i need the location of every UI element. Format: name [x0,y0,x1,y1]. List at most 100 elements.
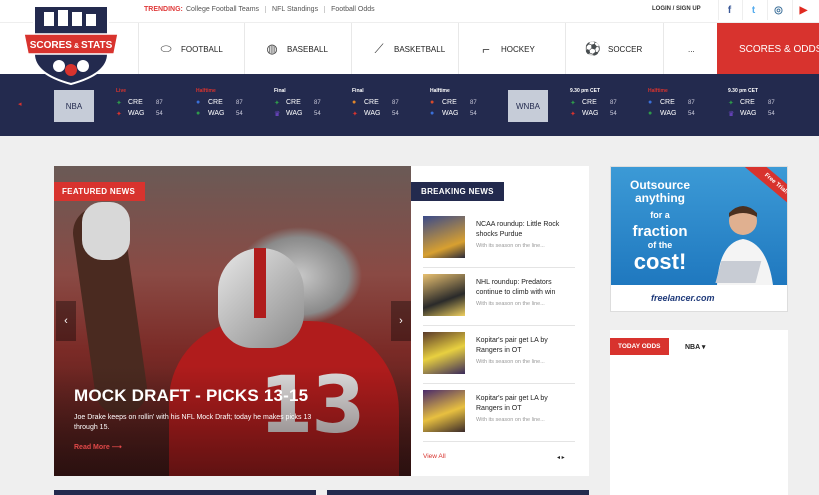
score-row: ✦ CRE 87 [116,97,184,108]
team-logo-icon: ✦ [570,99,576,107]
read-more-link[interactable]: Read More ⟶ [74,443,122,451]
logo-text: SCORES & STATS [30,40,113,51]
game-status: 9.30 pm CET [728,88,759,94]
section-header-bar [327,490,589,495]
score-row: ✦ WAG 54 [116,108,184,119]
twitter-icon[interactable]: t [742,0,764,20]
view-all-link[interactable]: View All [423,453,446,460]
odds-league-select[interactable]: NBA ▾ [685,343,705,351]
score-row: ♛ WAG 54 [728,108,796,119]
team-abbr: WAG [740,110,757,117]
ad-person-image [715,206,773,285]
score-row: ● WAG 54 [430,108,498,119]
featured-description: Joe Drake keeps on rollin' with his NFL … [74,414,312,431]
featured-tag: FEATURED NEWS [54,182,146,201]
team-score: 87 [688,99,695,106]
featured-news[interactable]: 13 FEATURED NEWS ‹ › MOCK DRAFT - PICKS … [54,166,411,476]
trending-link[interactable]: College Football Teams [186,6,267,13]
main-nav: ⬭ FOOTBALL ◍ BASEBALL ⟋ BASKETBALL ⌐ HOC… [0,22,819,75]
top-bar: TRENDING: College Football Teams NFL Sta… [0,0,819,22]
team-score: 87 [314,99,321,106]
nav-hockey[interactable]: ⌐ HOCKEY [458,23,565,75]
team-logo-icon: ● [196,99,201,106]
score-game[interactable]: Final ✦ CRE 87 ♛ WAG 54 [274,88,342,128]
news-title: NHL roundup: Predators continue to climb… [476,279,556,296]
list-item[interactable]: Kopitar's pair get LA by Rangers in OT W… [423,332,575,384]
youtube-icon[interactable]: ▶ [792,0,814,20]
team-logo-icon: ● [648,110,653,117]
team-abbr: CRE [442,99,457,106]
nav-soccer[interactable]: ⚽ SOCCER [565,23,663,75]
team-logo-icon: ✦ [116,99,122,107]
nav-more[interactable]: ... [663,23,717,75]
score-row: ✦ CRE 87 [274,97,342,108]
score-game[interactable]: 9.30 pm CET ✦ CRE 87 ✦ WAG 54 [570,88,638,128]
team-logo-icon: ● [352,99,357,106]
score-row: ● CRE 87 [196,97,264,108]
team-abbr: WAG [286,110,303,117]
login-signup-link[interactable]: LOGIN / SIGN UP [652,6,701,12]
team-score: 54 [236,110,243,117]
trending-links: College Football Teams NFL Standings Foo… [186,6,381,13]
league-badge-nba[interactable]: NBA [54,90,94,122]
site-logo[interactable]: SCORES & STATS [24,4,118,86]
instagram-icon[interactable]: ◎ [767,0,789,20]
slider-prev-button[interactable]: ‹ [56,301,76,341]
score-game[interactable]: 9.30 pm CET ✦ CRE 87 ♛ WAG 54 [728,88,796,128]
game-status: Final [274,88,286,94]
team-score: 54 [314,110,321,117]
freelancer-ad[interactable]: Outsource anything for a fraction of the… [610,166,788,312]
team-score: 54 [768,110,775,117]
nav-more-label: ... [688,44,695,54]
trending-label: TRENDING: [144,6,183,13]
game-status: Halftime [430,88,450,94]
featured-title[interactable]: MOCK DRAFT - PICKS 13-15 [74,386,308,406]
ad-text: for a [650,210,670,220]
section-header-bar [54,490,316,495]
soccer-ball-icon: ⚽ [584,41,602,56]
nav-label: BASEBALL [287,44,328,54]
odds-tag: TODAY ODDS [610,338,669,355]
news-thumbnail [423,216,465,258]
breaking-pager[interactable]: ◂ ▸ [557,454,565,461]
team-score: 87 [768,99,775,106]
news-thumbnail [423,390,465,432]
team-logo-icon: ✦ [728,99,734,107]
nav-football[interactable]: ⬭ FOOTBALL [138,23,244,75]
score-row: ● CRE 87 [352,97,420,108]
list-item[interactable]: Kopitar's pair get LA by Rangers in OT W… [423,390,575,442]
facebook-icon[interactable]: f [718,0,740,20]
breaking-tag: BREAKING NEWS [411,182,504,201]
team-abbr: CRE [286,99,301,106]
team-abbr: CRE [582,99,597,106]
team-score: 54 [156,110,163,117]
score-game[interactable]: Halftime ● CRE 87 ● WAG 54 [648,88,716,128]
team-logo-icon: ● [648,99,653,106]
score-row: ● CRE 87 [430,97,498,108]
score-game[interactable]: Live ✦ CRE 87 ✦ WAG 54 [116,88,184,128]
score-game[interactable]: Halftime ● CRE 87 ● WAG 54 [430,88,498,128]
helmet-stripe [254,248,266,318]
team-logo-icon: ✦ [116,110,122,118]
nav-basketball[interactable]: ⟋ BASKETBALL [351,23,458,75]
team-abbr: WAG [442,110,459,117]
nav-scores-odds[interactable]: SCORES & ODDS [717,23,819,75]
trending-link[interactable]: NFL Standings [266,6,326,13]
list-item[interactable]: NHL roundup: Predators continue to climb… [423,274,575,326]
list-item[interactable]: NCAA roundup: Little Rock shocks Purdue … [423,216,575,268]
nav-label: BASKETBALL [394,44,446,54]
trending-link[interactable]: Football Odds [325,6,381,13]
news-title: Kopitar's pair get LA by Rangers in OT [476,395,548,412]
ticker-prev-arrow[interactable]: ◂ [18,100,22,108]
score-game[interactable]: Final ● CRE 87 ✦ WAG 54 [352,88,420,128]
score-row: ✦ CRE 87 [570,97,638,108]
team-score: 54 [610,110,617,117]
football-icon: ⬭ [160,41,172,56]
team-logo-icon: ✦ [352,110,358,118]
league-badge-wnba[interactable]: WNBA [508,90,548,122]
score-game[interactable]: Halftime ● CRE 87 ● WAG 54 [196,88,264,128]
score-row: ♛ WAG 54 [274,108,342,119]
team-logo-icon: ● [430,99,435,106]
nav-baseball[interactable]: ◍ BASEBALL [244,23,351,75]
slider-next-button[interactable]: › [391,301,411,341]
